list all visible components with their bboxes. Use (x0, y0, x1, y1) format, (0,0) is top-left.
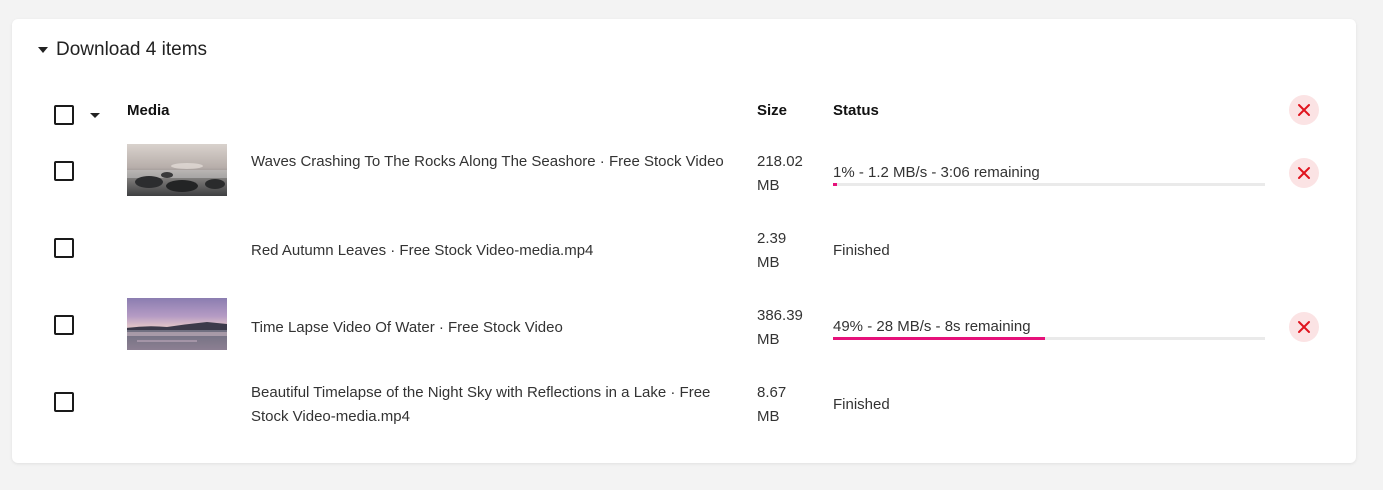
size-value: 218.02 (757, 153, 803, 170)
cancel-download-button[interactable] (1289, 312, 1319, 342)
column-header-status: Status (833, 102, 879, 119)
status-text: 1% - 1.2 MB/s - 3:06 remaining (833, 164, 1040, 181)
media-title: Beautiful Timelapse of the Night Sky wit… (251, 384, 711, 425)
column-header-size: Size (757, 102, 788, 119)
size-value: 386.39 (757, 307, 803, 324)
progress-fill (833, 337, 1045, 340)
media-title: Red Autumn Leaves · Free Stock Video-med… (251, 242, 594, 259)
close-icon (1298, 321, 1310, 333)
download-title: Download 4 items (56, 39, 208, 60)
select-all-checkbox[interactable] (54, 105, 74, 125)
close-icon (1298, 104, 1310, 116)
close-icon (1298, 167, 1310, 179)
size-unit: MB (757, 177, 780, 194)
size-value: 2.39 (757, 230, 787, 247)
caret-down-icon (38, 47, 48, 53)
media-size: 386.39 MB (757, 304, 817, 352)
row-checkbox[interactable] (54, 238, 74, 258)
column-header-media: Media (127, 102, 170, 119)
progress-bar (833, 183, 1265, 186)
media-title: Time Lapse Video Of Water · Free Stock V… (251, 319, 563, 336)
media-size: 218.02 MB (757, 150, 817, 198)
video-thumbnail (127, 298, 227, 350)
row-checkbox[interactable] (54, 161, 74, 181)
media-title: Waves Crashing To The Rocks Along The Se… (251, 153, 724, 170)
download-panel: Download 4 items Media Size Status Waves… (12, 19, 1356, 463)
video-thumbnail (127, 144, 227, 196)
status-text: 49% - 28 MB/s - 8s remaining (833, 318, 1031, 335)
status-text: Finished (833, 242, 890, 259)
media-size: 8.67 MB (757, 381, 817, 429)
media-size: 2.39 MB (757, 227, 817, 275)
size-unit: MB (757, 254, 780, 271)
progress-fill (833, 183, 838, 186)
progress-bar (833, 337, 1265, 340)
row-checkbox[interactable] (54, 315, 74, 335)
size-unit: MB (757, 331, 780, 348)
cancel-all-button[interactable] (1289, 95, 1319, 125)
select-options-dropdown-icon[interactable] (90, 113, 100, 118)
row-checkbox[interactable] (54, 392, 74, 412)
download-header-toggle[interactable]: Download 4 items (38, 39, 207, 61)
size-unit: MB (757, 408, 780, 425)
status-text: Finished (833, 396, 890, 413)
cancel-download-button[interactable] (1289, 158, 1319, 188)
size-value: 8.67 (757, 384, 787, 401)
